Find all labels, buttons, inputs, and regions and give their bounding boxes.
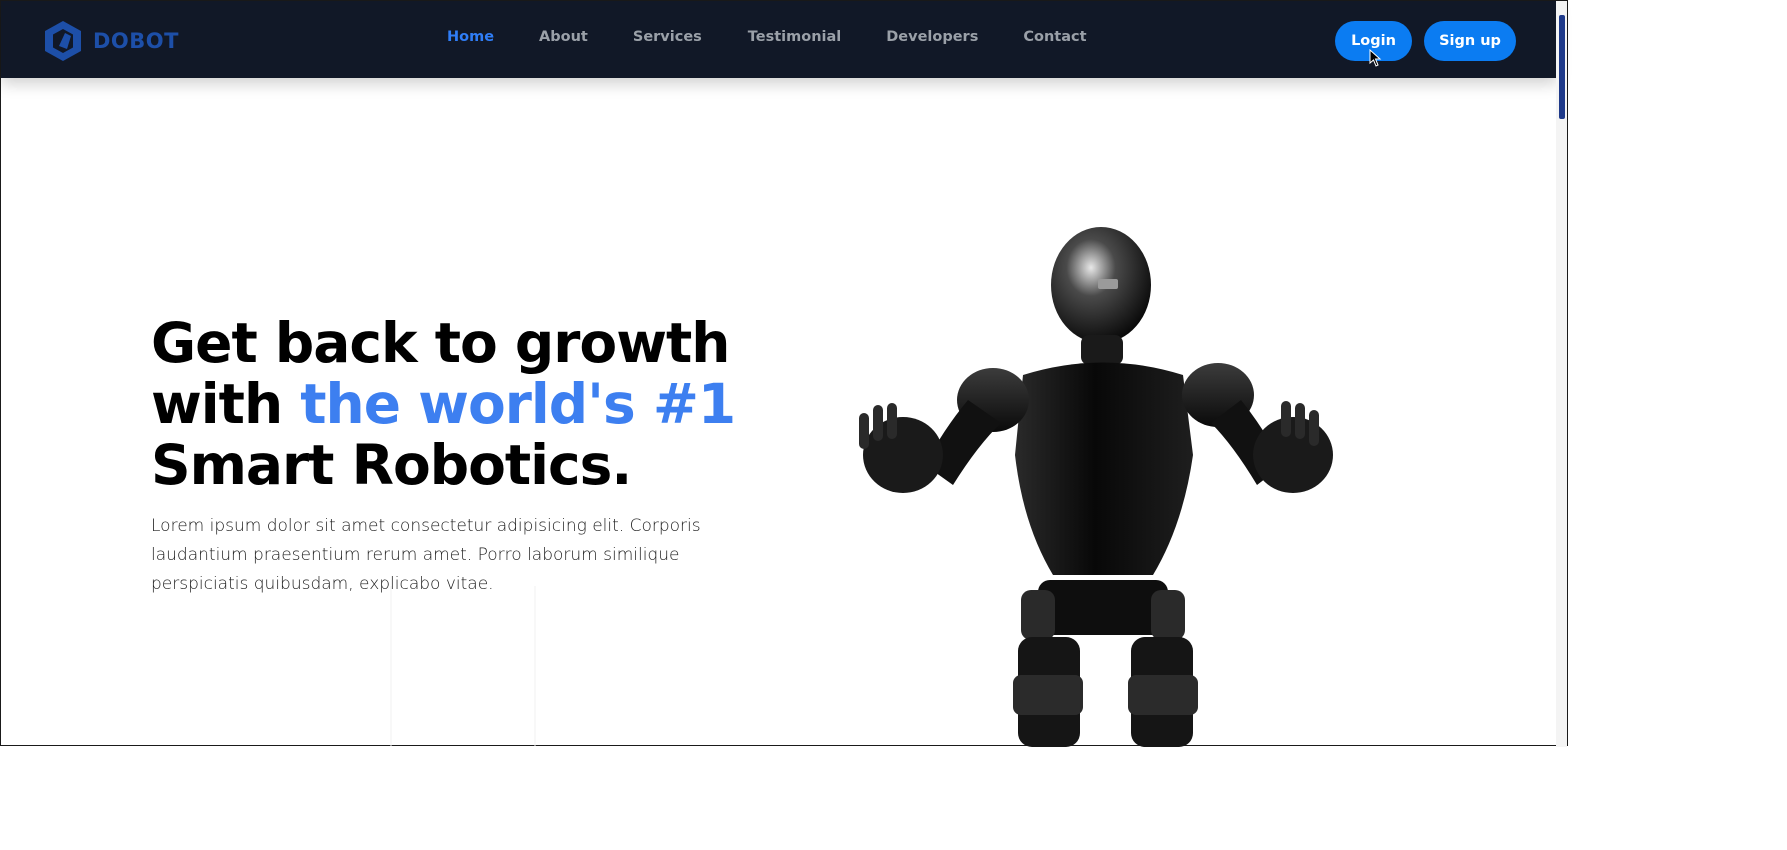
hero-title-accent: the world's #1 — [300, 372, 736, 436]
robot-illustration — [859, 227, 1333, 747]
brand[interactable]: DOBOT — [41, 19, 179, 63]
nav-home[interactable]: Home — [447, 29, 494, 45]
nav-testimonial[interactable]: Testimonial — [748, 29, 841, 45]
hero-title-line2-prefix: with — [151, 372, 301, 436]
mouse-cursor-icon — [1369, 49, 1382, 67]
decorative-lines — [390, 586, 536, 746]
page-scrollbar[interactable] — [1556, 1, 1567, 747]
signup-button[interactable]: Sign up — [1424, 21, 1516, 61]
hexagon-logo-icon — [45, 21, 81, 61]
nav-about[interactable]: About — [539, 29, 588, 45]
nav-services[interactable]: Services — [633, 29, 702, 45]
hero-title-line1: Get back to growth — [151, 311, 730, 375]
brand-name: DOBOT — [93, 29, 179, 53]
main-nav: Home About Services Testimonial Develope… — [447, 29, 1087, 45]
nav-developers[interactable]: Developers — [886, 29, 978, 45]
hero-title-line3: Smart Robotics. — [151, 433, 632, 497]
nav-contact[interactable]: Contact — [1023, 29, 1086, 45]
scrollbar-thumb[interactable] — [1559, 15, 1565, 119]
top-navbar: DOBOT Home About Services Testimonial De… — [1, 1, 1557, 78]
hero-title: Get back to growth with the world's #1 S… — [151, 313, 771, 496]
